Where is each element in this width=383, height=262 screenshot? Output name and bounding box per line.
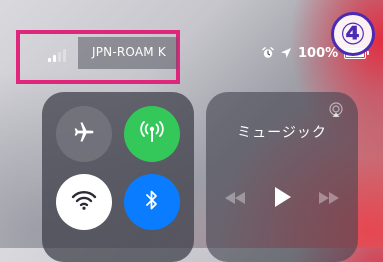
connectivity-panel	[42, 92, 194, 262]
previous-track-button[interactable]	[220, 184, 250, 214]
music-title: ミュージック	[237, 125, 327, 141]
location-arrow-icon	[280, 44, 292, 63]
bluetooth-icon	[144, 188, 160, 216]
wifi-toggle[interactable]	[56, 174, 112, 230]
cellular-data-toggle[interactable]	[124, 106, 180, 162]
status-bar: JPN-ROAM K 100% ④	[0, 0, 383, 90]
play-button[interactable]	[267, 184, 297, 214]
battery-percent: 100%	[298, 45, 339, 61]
airplane-mode-toggle[interactable]	[56, 106, 112, 162]
cellular-antenna-icon	[138, 120, 166, 148]
signal-bar	[58, 52, 61, 62]
signal-strength-icon	[48, 48, 72, 62]
signal-bar	[48, 58, 51, 62]
signal-bar	[63, 49, 66, 62]
next-track-button[interactable]	[314, 184, 344, 214]
airplay-icon[interactable]	[328, 102, 344, 118]
music-panel[interactable]: ミュージック	[206, 92, 358, 262]
airplane-icon	[72, 120, 96, 148]
carrier-name: JPN-ROAM K	[92, 45, 166, 59]
fast-forward-icon	[318, 190, 340, 209]
step-number-badge: ④	[331, 12, 375, 56]
signal-bar	[53, 55, 56, 62]
wifi-icon	[71, 189, 97, 215]
bluetooth-toggle[interactable]	[124, 174, 180, 230]
play-icon	[272, 186, 292, 212]
transport-controls	[206, 184, 358, 214]
alarm-icon	[262, 44, 274, 63]
rewind-icon	[224, 190, 246, 209]
